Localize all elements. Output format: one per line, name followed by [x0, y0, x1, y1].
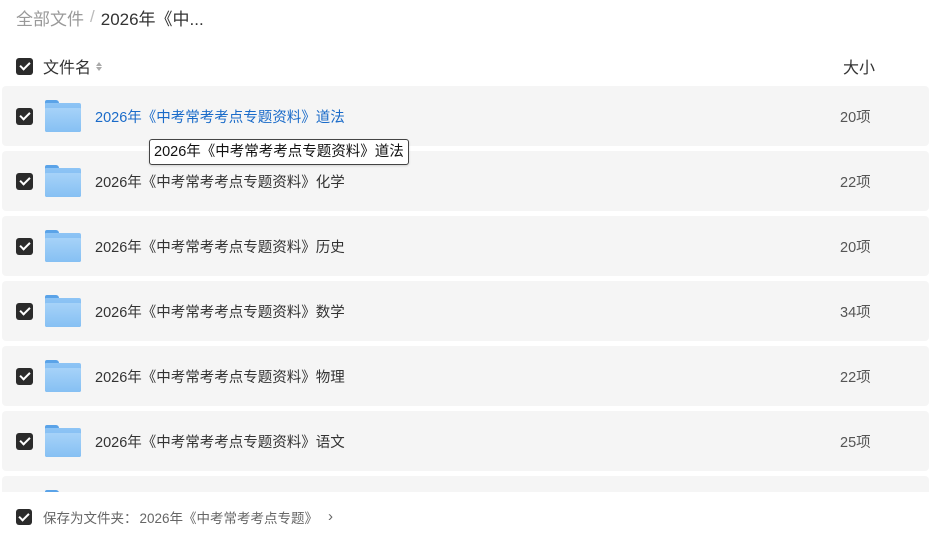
row-checkbox[interactable]	[16, 172, 33, 190]
row-checkbox[interactable]	[16, 367, 33, 385]
row-checkbox[interactable]	[16, 302, 33, 320]
chevron-right-icon[interactable]: ›	[328, 508, 333, 525]
name-column-header[interactable]: 文件名	[43, 54, 103, 78]
save-as-folder-checkbox[interactable]	[16, 508, 32, 525]
file-name-tooltip: 2026年《中考常考考点专题资料》道法	[149, 139, 409, 165]
file-row[interactable]: 2026年《中考常考考点专题资料》历史 20项	[2, 216, 929, 276]
file-size: 20项	[840, 239, 871, 256]
size-column-header: 大小	[843, 60, 876, 77]
file-row-partial[interactable]	[2, 476, 929, 492]
file-row[interactable]: 2026年《中考常考考点专题资料》物理 22项	[2, 346, 929, 406]
select-all-checkbox[interactable]	[16, 57, 33, 75]
breadcrumb-separator: /	[90, 7, 95, 26]
folder-icon	[45, 100, 81, 132]
file-row[interactable]: 2026年《中考常考考点专题资料》道法 20项	[2, 86, 929, 146]
file-name-link[interactable]: 2026年《中考常考考点专题资料》历史	[95, 236, 345, 257]
file-row[interactable]: 2026年《中考常考考点专题资料》化学 22项	[2, 151, 929, 211]
file-list[interactable]: 2026年《中考常考考点专题资料》道法 20项 2026年《中考常考考点专题资料…	[0, 86, 929, 492]
breadcrumb-current: 2026年《中...	[100, 9, 204, 29]
file-row[interactable]: 2026年《中考常考考点专题资料》语文 25项	[2, 411, 929, 471]
breadcrumb: 全部文件 / 2026年《中...	[16, 5, 204, 30]
file-name-link[interactable]: 2026年《中考常考考点专题资料》化学	[95, 171, 345, 192]
row-checkbox[interactable]	[16, 237, 33, 255]
folder-icon	[45, 360, 81, 392]
file-row[interactable]: 2026年《中考常考考点专题资料》数学 34项	[2, 281, 929, 341]
file-size: 22项	[840, 369, 871, 386]
file-name-link[interactable]: 2026年《中考常考考点专题资料》物理	[95, 366, 345, 387]
file-list-header: 文件名 大小	[0, 50, 929, 82]
file-name-link[interactable]: 2026年《中考常考考点专题资料》数学	[95, 301, 345, 322]
folder-icon	[45, 295, 81, 327]
file-name-link[interactable]: 2026年《中考常考考点专题资料》语文	[95, 431, 345, 452]
file-name-link[interactable]: 2026年《中考常考考点专题资料》道法	[95, 106, 345, 127]
save-folder-path: 2026年《中考常考考点专题》	[139, 510, 319, 526]
breadcrumb-root-link[interactable]: 全部文件	[16, 5, 84, 30]
folder-icon	[45, 165, 81, 197]
save-as-folder-label: 保存为文件夹：	[43, 510, 138, 526]
folder-icon	[45, 425, 81, 457]
file-size: 34项	[840, 304, 871, 321]
file-size: 20项	[840, 109, 871, 126]
row-checkbox[interactable]	[16, 107, 33, 125]
folder-icon	[45, 230, 81, 262]
save-as-folder-bar: 保存为文件夹： 2026年《中考常考考点专题》 ›	[0, 492, 929, 541]
name-column-label: 文件名	[43, 60, 92, 77]
sort-icon[interactable]	[96, 61, 103, 71]
file-size: 22项	[840, 174, 871, 191]
file-size: 25项	[840, 434, 871, 451]
row-checkbox[interactable]	[16, 432, 33, 450]
